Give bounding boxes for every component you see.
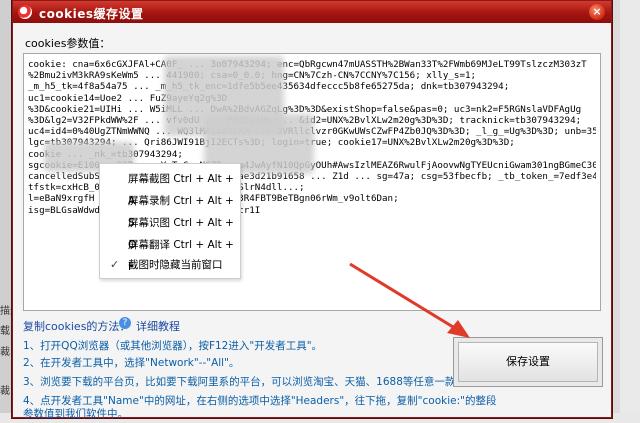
background-app-right (620, 0, 640, 423)
save-button-frame: 保存设置 (453, 337, 603, 387)
menu-item-label: 截图时隐藏当前窗口 (128, 259, 223, 271)
cookie-line: cookie: cna=6x6cGXJFAl+CA0F_ ... 3o07943… (28, 59, 587, 70)
instruction-step: 3、浏览要下载的平台页，比如要下载阿里系的平台，可以浏览淘宝、天猫、1688等任… (23, 376, 487, 388)
menu-item-screen-recognize[interactable]: 屏幕识图 Ctrl + Alt + O (100, 212, 240, 251)
menu-item-screenshot[interactable]: 屏幕截图 Ctrl + Alt + A (100, 168, 240, 207)
menu-item-hide-window[interactable]: ✓ 截图时隐藏当前窗口 (100, 254, 240, 276)
howto-heading: 复制cookies的方法： (23, 320, 131, 333)
menu-item-screen-record[interactable]: 屏幕录制 Ctrl + Alt + S (100, 190, 240, 229)
instruction-step: 2、在开发者工具中，选择"Network"--"All"。 (23, 357, 240, 369)
checkmark-icon: ✓ (110, 258, 120, 271)
cookie-line: uc1=cookie14=Uoe2 ... FuZ9ayeYq2g%3D (28, 92, 228, 104)
cookie-line: _m_h5_tk=4f8a54a75 ... _m_h5_tk_enc=1dfe… (28, 81, 510, 93)
window-title: cookies缓存设置 (39, 7, 144, 21)
screenshot-context-menu: 屏幕截图 Ctrl + Alt + A 屏幕录制 Ctrl + Alt + S … (99, 163, 241, 279)
instruction-step: 参数值到我们软件中。 (23, 408, 128, 420)
cookie-field-label: cookies参数值： (25, 37, 111, 50)
title-bar[interactable]: cookies缓存设置 × (13, 1, 611, 23)
close-button[interactable]: × (589, 4, 605, 20)
menu-item-screen-translate[interactable]: 屏幕翻译 Ctrl + Alt + F (100, 234, 240, 273)
cookies-settings-dialog: cookies缓存设置 × cookies参数值： cookie: cna=6x… (12, 0, 612, 420)
cookie-line: %3D&cookie21=UIHi ... W5iMLL ... DwA%2Bd… (28, 103, 582, 115)
app-icon (18, 5, 32, 19)
cookie-line: %2Bmu2ivM3kRA9sKeWm5 ... 441900; csa=0_0… (28, 70, 477, 82)
tutorial-link[interactable]: 详细教程 (136, 318, 180, 334)
help-icon: ? (119, 317, 131, 329)
save-settings-button[interactable]: 保存设置 (458, 342, 598, 382)
instruction-step: 1、打开QQ浏览器（或其他浏览器），按F12进入"开发者工具"。 (23, 340, 323, 352)
